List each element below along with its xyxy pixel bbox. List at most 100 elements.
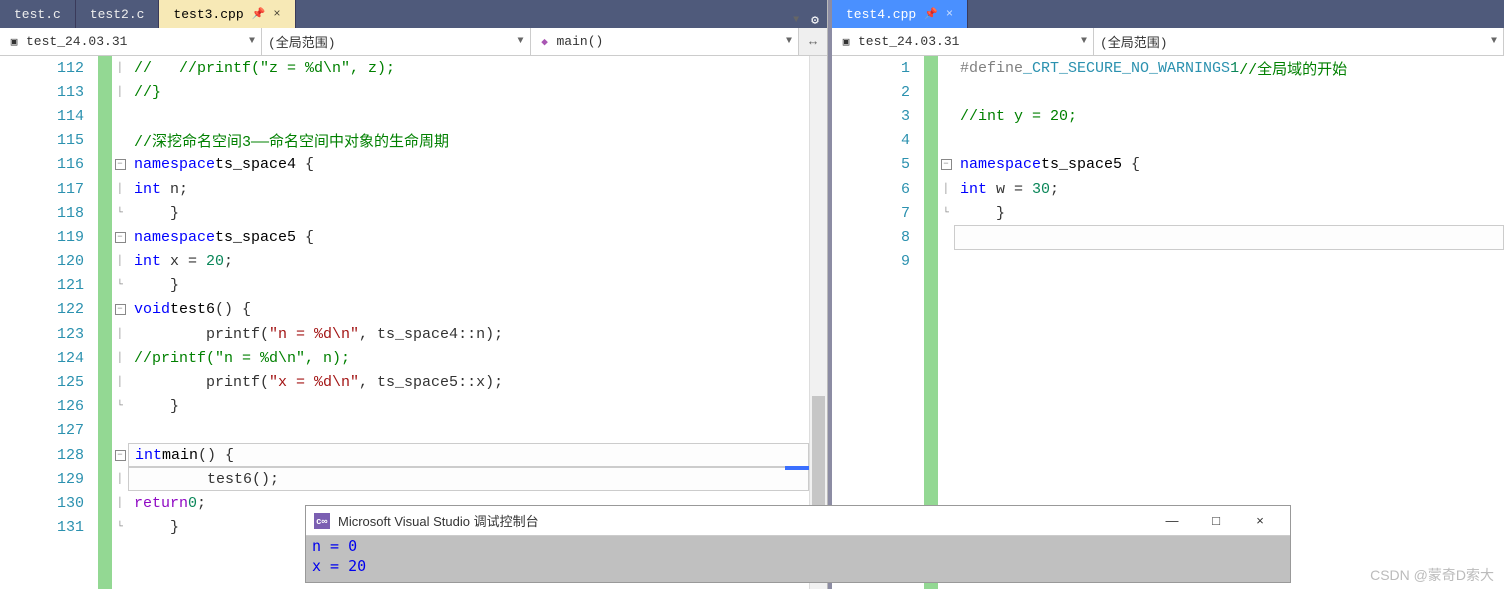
code-line[interactable]: int main() { bbox=[128, 443, 809, 467]
fold-cell[interactable] bbox=[938, 225, 954, 249]
project-selector[interactable]: ▣ test_24.03.31 ▼ bbox=[0, 28, 262, 55]
fold-cell[interactable] bbox=[938, 56, 954, 80]
minimize-button[interactable]: — bbox=[1150, 506, 1194, 536]
debug-console: c∞ Microsoft Visual Studio 调试控制台 — □ × n… bbox=[305, 505, 1291, 583]
line-number: 127 bbox=[0, 419, 98, 443]
code-line[interactable]: //int y = 20; bbox=[954, 104, 1504, 128]
fold-cell[interactable]: │ bbox=[112, 370, 128, 394]
fold-cell[interactable]: − bbox=[112, 153, 128, 177]
chevron-down-icon: ▼ bbox=[786, 36, 792, 47]
fold-cell[interactable] bbox=[938, 129, 954, 153]
fold-cell[interactable] bbox=[938, 250, 954, 274]
fold-cell[interactable] bbox=[938, 104, 954, 128]
fold-cell[interactable]: │ bbox=[112, 322, 128, 346]
fold-cell[interactable] bbox=[112, 104, 128, 128]
line-number: 112 bbox=[0, 56, 98, 80]
code-line[interactable]: } bbox=[954, 201, 1504, 225]
code-line[interactable]: //} bbox=[128, 80, 809, 104]
chevron-down-icon: ▼ bbox=[1491, 36, 1497, 47]
scroll-thumb[interactable] bbox=[812, 396, 825, 506]
code-line[interactable]: printf("x = %d\n", ts_space5::x); bbox=[128, 370, 809, 394]
fold-cell[interactable]: − bbox=[112, 443, 128, 467]
tab-test4cpp[interactable]: test4.cpp 📌 × bbox=[832, 0, 968, 28]
code-line[interactable]: } bbox=[128, 201, 809, 225]
scope-selector[interactable]: (全局范围) ▼ bbox=[262, 28, 531, 55]
fold-cell[interactable]: − bbox=[112, 298, 128, 322]
line-number: 1 bbox=[832, 56, 924, 80]
code-line[interactable]: int w = 30; bbox=[954, 177, 1504, 201]
fold-cell[interactable] bbox=[112, 419, 128, 443]
tabstrip-left: test.c test2.c test3.cpp 📌 × ▼ ⚙ bbox=[0, 0, 827, 28]
fold-cell[interactable]: │ bbox=[112, 346, 128, 370]
tab-overflow-icon[interactable]: ▼ bbox=[789, 15, 803, 26]
gear-icon[interactable]: ⚙ bbox=[811, 13, 819, 28]
code-line[interactable] bbox=[954, 80, 1504, 104]
line-number: 120 bbox=[0, 250, 98, 274]
code-line[interactable]: void test6() { bbox=[128, 298, 809, 322]
line-number: 9 bbox=[832, 250, 924, 274]
console-line: x = 20 bbox=[312, 556, 1284, 576]
fold-cell[interactable]: − bbox=[112, 225, 128, 249]
code-line[interactable] bbox=[128, 419, 809, 443]
maximize-button[interactable]: □ bbox=[1194, 506, 1238, 536]
fold-cell[interactable]: │ bbox=[112, 80, 128, 104]
fold-cell[interactable]: └ bbox=[112, 274, 128, 298]
fold-cell[interactable]: └ bbox=[938, 201, 954, 225]
fold-cell[interactable]: │ bbox=[112, 250, 128, 274]
fold-cell[interactable]: └ bbox=[112, 395, 128, 419]
tab-testc[interactable]: test.c bbox=[0, 0, 76, 28]
code-line[interactable] bbox=[954, 225, 1504, 249]
fold-cell[interactable]: │ bbox=[112, 467, 128, 491]
fold-cell[interactable]: − bbox=[938, 153, 954, 177]
code-line[interactable]: // //printf("z = %d\n", z); bbox=[128, 56, 809, 80]
code-line[interactable]: test6(); bbox=[128, 467, 809, 491]
pin-icon[interactable]: 📌 bbox=[924, 7, 938, 21]
code-line[interactable]: //printf("n = %d\n", n); bbox=[128, 346, 809, 370]
pin-icon[interactable]: 📌 bbox=[252, 7, 266, 21]
code-line[interactable]: namespace ts_space4 { bbox=[128, 153, 809, 177]
scope-selector[interactable]: (全局范围) ▼ bbox=[1094, 28, 1504, 55]
line-number: 126 bbox=[0, 395, 98, 419]
scope-label: (全局范围) bbox=[1100, 32, 1168, 51]
tab-test3cpp[interactable]: test3.cpp 📌 × bbox=[159, 0, 295, 28]
fold-cell[interactable] bbox=[112, 129, 128, 153]
close-icon[interactable]: × bbox=[946, 7, 953, 21]
line-number: 119 bbox=[0, 225, 98, 249]
line-number: 5 bbox=[832, 153, 924, 177]
fold-cell[interactable]: │ bbox=[938, 177, 954, 201]
code-line[interactable]: namespace ts_space5 { bbox=[954, 153, 1504, 177]
fold-cell[interactable]: │ bbox=[112, 177, 128, 201]
fold-cell[interactable]: └ bbox=[112, 516, 128, 540]
nav-bar-right: ▣ test_24.03.31 ▼ (全局范围) ▼ bbox=[832, 28, 1504, 56]
watermark: CSDN @蒙奇D索大 bbox=[1370, 565, 1494, 585]
project-selector[interactable]: ▣ test_24.03.31 ▼ bbox=[832, 28, 1094, 55]
split-icon[interactable]: ↔ bbox=[799, 28, 827, 55]
code-line[interactable] bbox=[954, 250, 1504, 274]
tab-test2c[interactable]: test2.c bbox=[76, 0, 160, 28]
code-line[interactable]: int n; bbox=[128, 177, 809, 201]
fold-cell[interactable]: │ bbox=[112, 491, 128, 515]
code-line[interactable]: namespace ts_space5 { bbox=[128, 225, 809, 249]
close-button[interactable]: × bbox=[1238, 506, 1282, 536]
code-line[interactable]: } bbox=[128, 395, 809, 419]
close-icon[interactable]: × bbox=[273, 7, 280, 21]
function-label: main() bbox=[557, 34, 604, 49]
line-number: 117 bbox=[0, 177, 98, 201]
code-line[interactable]: } bbox=[128, 274, 809, 298]
line-number: 3 bbox=[832, 104, 924, 128]
fold-cell[interactable]: └ bbox=[112, 201, 128, 225]
chevron-down-icon: ▼ bbox=[1081, 36, 1087, 47]
fold-cell[interactable]: │ bbox=[112, 56, 128, 80]
function-selector[interactable]: ◆ main() ▼ bbox=[531, 28, 800, 55]
code-line[interactable]: #define _CRT_SECURE_NO_WARNINGS 1//全局域的开… bbox=[954, 56, 1504, 80]
code-line[interactable] bbox=[954, 129, 1504, 153]
console-line: n = 0 bbox=[312, 536, 1284, 556]
code-line[interactable]: int x = 20; bbox=[128, 250, 809, 274]
fold-cell[interactable] bbox=[938, 80, 954, 104]
change-bar bbox=[98, 56, 112, 589]
chevron-down-icon: ▼ bbox=[517, 36, 523, 47]
line-number: 129 bbox=[0, 467, 98, 491]
code-line[interactable]: printf("n = %d\n", ts_space4::n); bbox=[128, 322, 809, 346]
code-line[interactable] bbox=[128, 104, 809, 128]
code-line[interactable]: //深挖命名空间3——命名空间中对象的生命周期 bbox=[128, 129, 809, 153]
